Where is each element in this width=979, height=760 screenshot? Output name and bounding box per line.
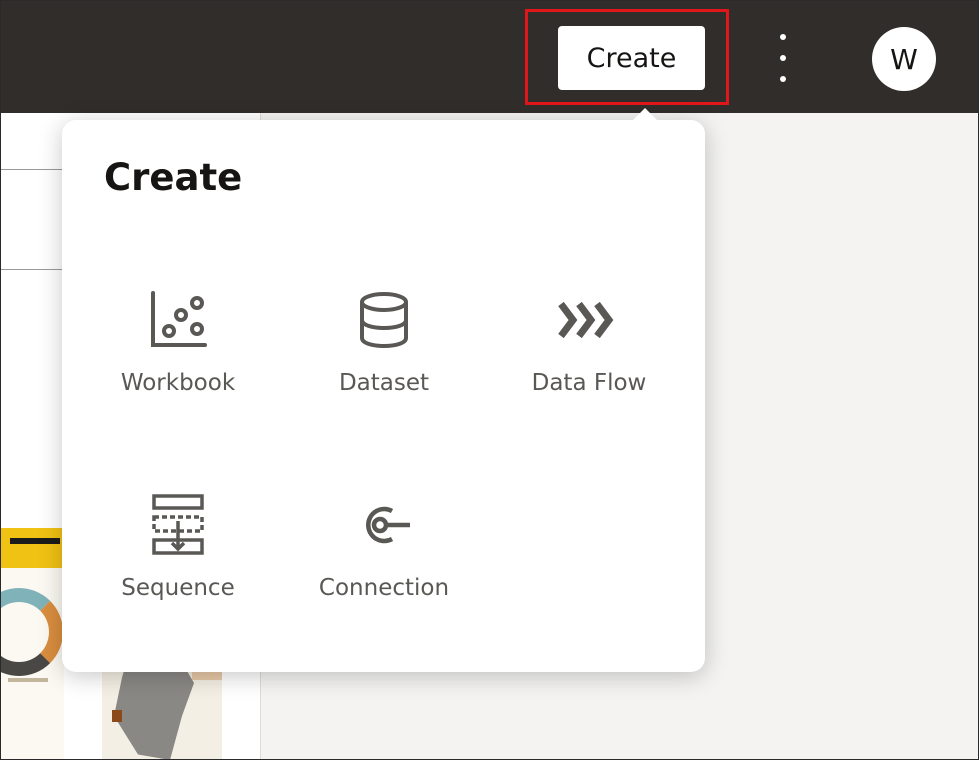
highlight-box xyxy=(525,9,729,105)
dataset-label: Dataset xyxy=(338,370,430,396)
create-sequence-item[interactable]: Sequence xyxy=(98,493,258,643)
thumbnail-banner xyxy=(0,528,64,568)
vertical-ellipsis-icon[interactable] xyxy=(768,34,798,82)
create-popup: Create Workbook Dataset Data Flow Sequen… xyxy=(62,120,705,672)
create-connection-item[interactable]: Connection xyxy=(304,493,464,643)
scatter-chart-icon xyxy=(146,288,210,352)
connection-label: Connection xyxy=(318,575,450,601)
donut-chart-thumbnail xyxy=(0,588,63,676)
avatar[interactable]: W xyxy=(872,27,936,91)
create-data-flow-item[interactable]: Data Flow xyxy=(509,288,669,438)
create-workbook-item[interactable]: Workbook xyxy=(98,288,258,438)
top-bar: Create W xyxy=(0,0,979,113)
map-marker xyxy=(112,710,122,722)
connection-plug-icon xyxy=(352,493,416,557)
sequence-label: Sequence xyxy=(121,575,235,601)
database-icon xyxy=(352,288,416,352)
popup-title: Create xyxy=(104,156,243,199)
popup-caret xyxy=(632,108,658,121)
data-flow-label: Data Flow xyxy=(531,370,647,396)
workbook-thumbnail[interactable] xyxy=(0,528,64,760)
thumbnail-bar xyxy=(8,678,48,682)
create-dataset-item[interactable]: Dataset xyxy=(304,288,464,438)
workbook-label: Workbook xyxy=(120,370,236,396)
sequence-icon xyxy=(146,493,210,557)
data-flow-chevrons-icon xyxy=(557,288,621,352)
